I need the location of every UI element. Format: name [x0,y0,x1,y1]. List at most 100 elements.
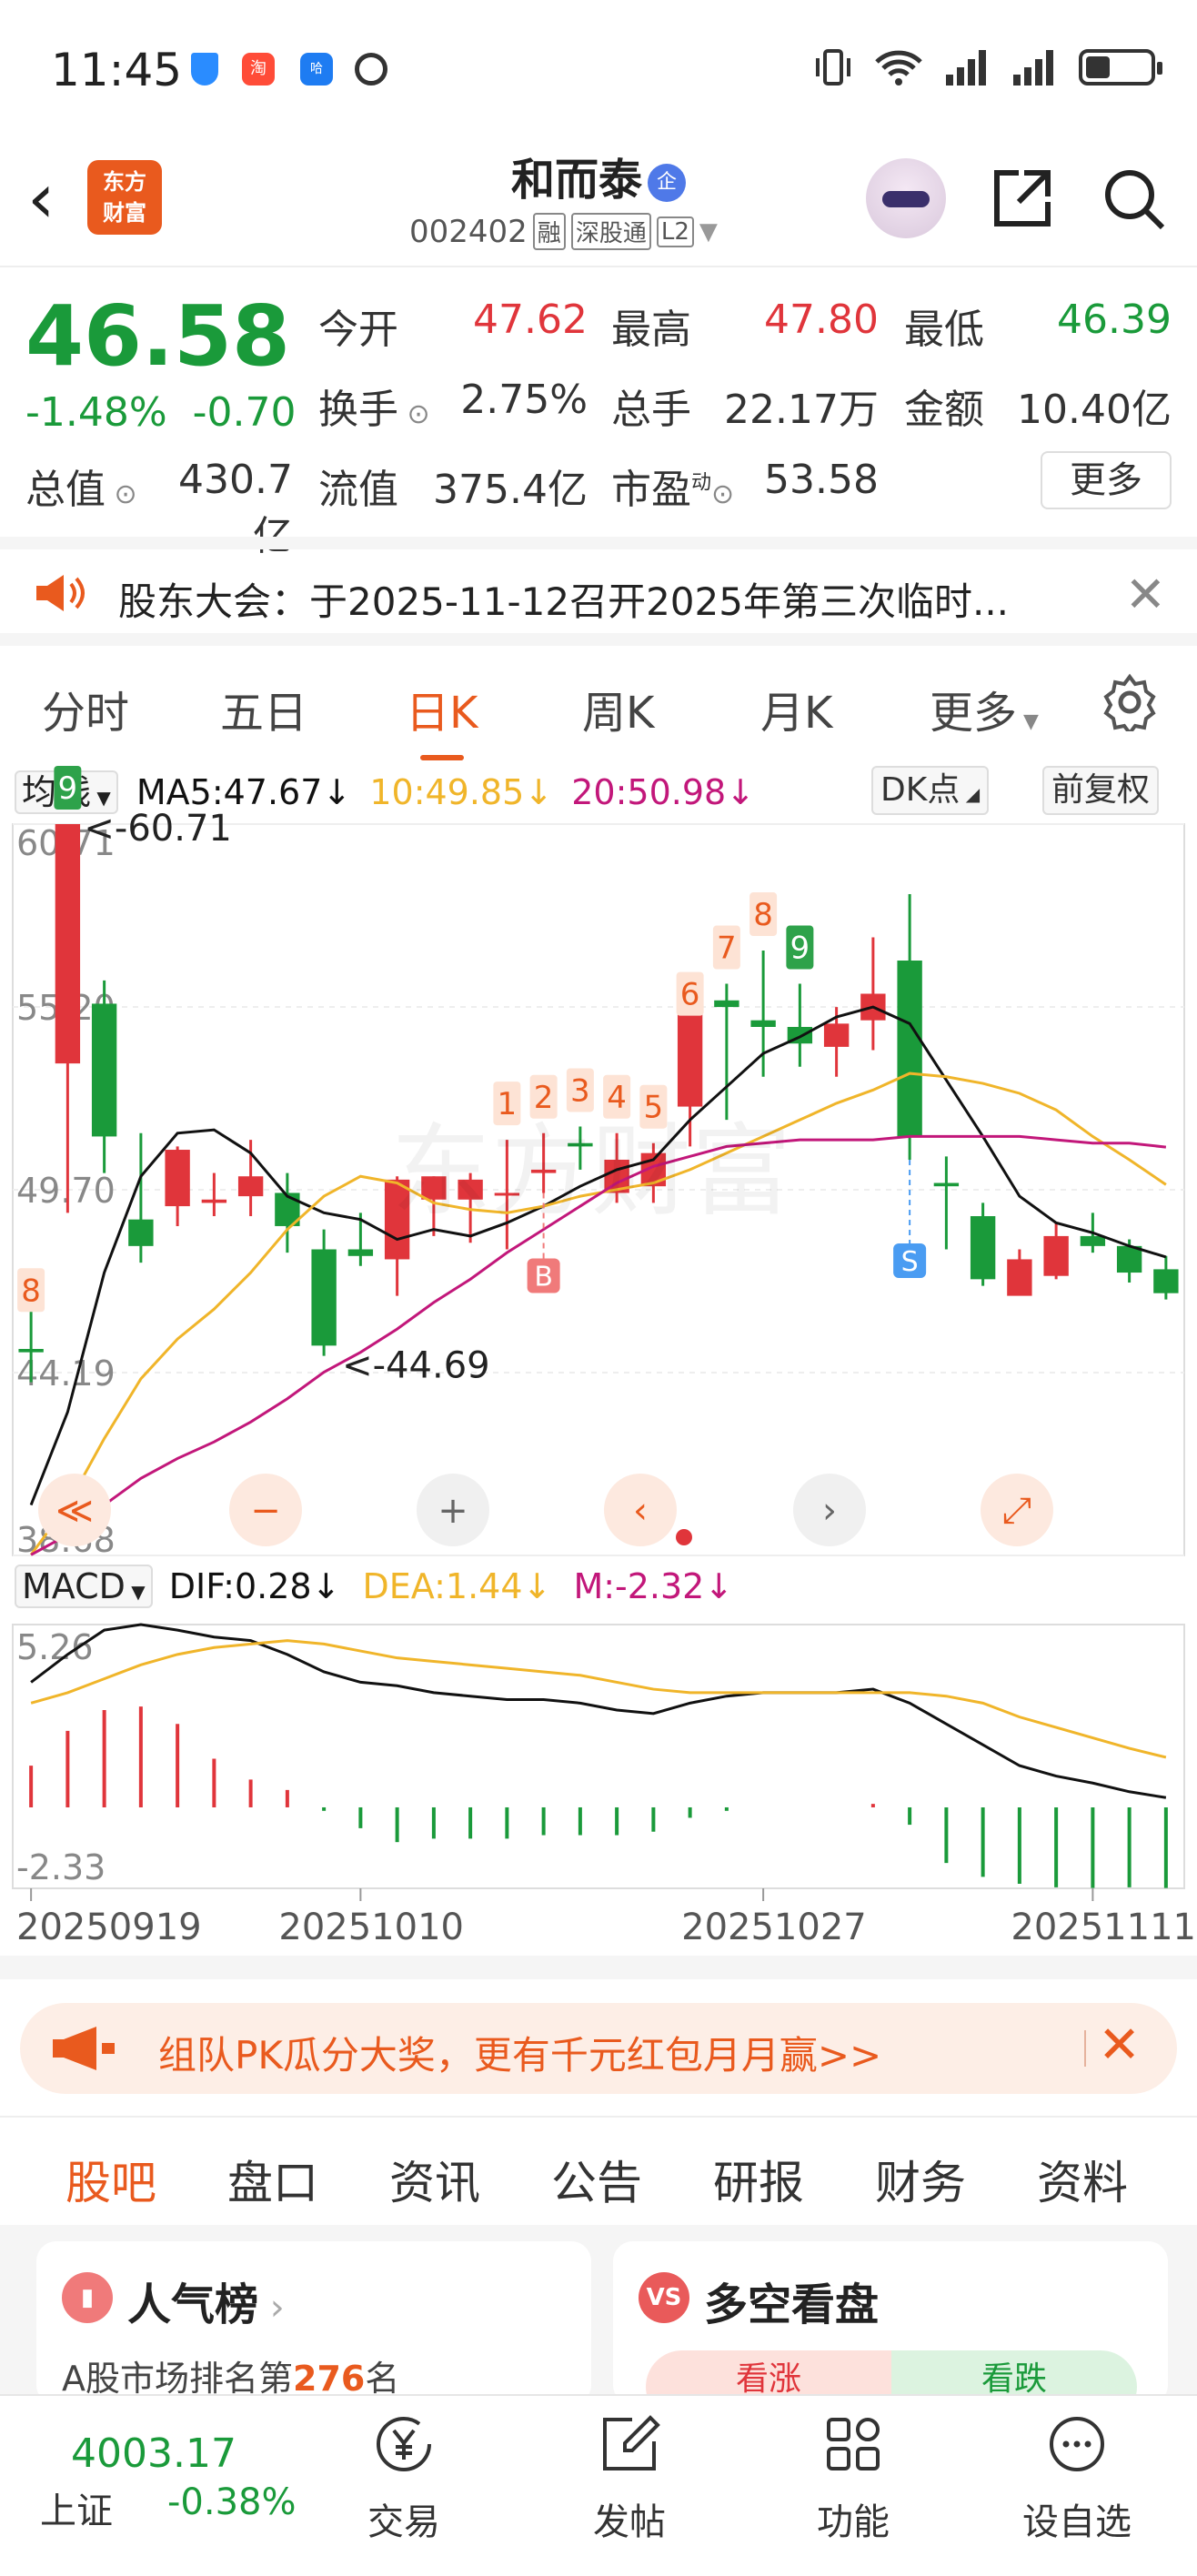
shield-icon [191,53,218,86]
signal-badge: 7 [712,925,740,970]
yen-circle-icon [377,2417,431,2471]
tab-research[interactable]: 研报 [713,2147,804,2212]
bull-bear-title: 多空看盘 [704,2279,880,2330]
low-label: 最低 [904,307,984,353]
signal-badge-label: 6 [680,977,700,1013]
candle-body [347,1249,374,1256]
status-bar: 11:45 淘 哈 [0,0,1197,136]
candle-body [18,1348,44,1353]
candle-body [311,1249,337,1346]
zoom-out-button[interactable]: − [229,1474,302,1546]
close-icon[interactable]: ✕ [1098,2016,1141,2075]
signal-icon-2 [1013,50,1053,86]
dif-value: DIF:0.28↓ [168,1566,341,1606]
nav-post[interactable]: 发帖 [557,2412,702,2545]
tab-more[interactable]: 更多 ▼ [930,677,1039,740]
search-icon[interactable] [1099,164,1168,233]
open-label: 今开 [318,307,398,353]
share-icon[interactable] [988,164,1057,233]
tab-announcements[interactable]: 公告 [551,2147,642,2212]
nav-trade[interactable]: 交易 [331,2412,477,2545]
nav-functions[interactable]: 功能 [780,2412,926,2545]
tab-daily-k[interactable]: 日K [406,677,478,760]
nav-trade-label: 交易 [367,2501,440,2543]
low-annotation: <-44.69 [342,1345,489,1387]
announcement-bar[interactable]: 股东大会：于2025-11-12召开2025年第三次临时... ✕ [0,537,1197,646]
prev-button[interactable]: ‹ [604,1474,677,1546]
tab-news[interactable]: 资讯 [389,2147,480,2212]
popularity-title: 人气榜 › [127,2279,285,2330]
tab-five-day[interactable]: 五日 [220,677,307,740]
turnover-value: 2.75% [460,377,588,423]
tab-forum[interactable]: 股吧 [65,2147,156,2232]
open-value: 47.62 [473,297,588,343]
fast-back-button[interactable]: ≪ [38,1474,111,1546]
settings-gear-icon[interactable] [1101,673,1159,731]
kline-chart[interactable]: 60.7155.2049.7044.1938.68<-60.71<-44.698… [0,760,1197,1979]
period-tabs: 分时 五日 日K 周K 月K 更多 ▼ [0,657,1197,760]
tag-l2: L2 [656,216,694,247]
zoom-out-glyph: − [250,1490,281,1532]
tag-connect: 深股通 [570,213,651,250]
tab-profile[interactable]: 资料 [1037,2147,1128,2212]
index-change: -0.38% [167,2481,297,2523]
signal-badge: 2 [529,1074,558,1119]
macd-selector[interactable]: MACD ▼ [15,1565,153,1608]
tab-order-book[interactable]: 盘口 [227,2147,318,2212]
candle-body [91,1003,117,1137]
macd-y-tick-top: 5.26 [16,1627,94,1667]
candle-body [823,1023,850,1047]
divider [1084,2030,1086,2067]
popularity-card[interactable]: ▮ 人气榜 › A股市场排名第276名 [36,2241,591,2405]
candle-body [933,1182,960,1187]
announcement-text: 股东大会：于2025-11-12召开2025年第三次临时... [118,579,1010,624]
x-tick-label: 20251027 [681,1907,867,1948]
index-name: 上证 [40,2490,113,2532]
more-quote-button[interactable]: 更多 [1041,451,1172,509]
signal-badge-label: 2 [534,1080,554,1116]
candle-body [1043,1235,1069,1276]
volume-value: 22.17万 [724,387,879,433]
taobao-icon: 淘 [242,53,275,86]
fullscreen-button[interactable]: ⤢ [981,1474,1053,1546]
macd-y-tick-bottom: -2.33 [16,1847,106,1887]
signal-badge-label: 3 [570,1072,590,1109]
promo-banner[interactable]: 组队PK瓜分大奖，更有千元红包月月赢>> ✕ [20,2003,1177,2094]
index-value: 4003.17 [71,2430,236,2477]
change-value: -0.70 [192,389,297,436]
signal-badge-label: 9 [790,931,810,967]
speaker-icon [36,575,85,611]
edit-icon [603,2415,660,2470]
low-value: 46.39 [1057,297,1172,343]
hello-app-icon: 哈 [300,53,333,86]
ai-assistant-icon[interactable] [866,158,946,238]
macd-plot-frame [12,1624,1185,1889]
page-indicator-dot [676,1529,692,1545]
quote-panel: 46.58 -1.48% -0.70 今开 47.62 最高 47.80 最低 … [0,269,1197,559]
float-label: 流值 [318,467,398,513]
stock-code-row[interactable]: 002402 融 深股通 L2 ▼ [409,213,718,250]
close-icon[interactable]: ✕ [1125,566,1166,623]
signal-badge-label: 8 [21,1273,41,1309]
zoom-in-glyph: + [438,1490,468,1532]
zoom-in-button[interactable]: + [417,1474,489,1546]
bull-bear-card[interactable]: VS 多空看盘 看涨 看跌 [613,2241,1168,2405]
promo-text: 组队PK瓜分大奖，更有千元红包月月赢>> [158,2033,882,2078]
candle-body [237,1176,264,1197]
bottom-nav: 4003.17 上证 -0.38% 交易 发帖 功能 设自选 [0,2394,1197,2576]
volume-label: 总手 [611,387,691,433]
tab-financials[interactable]: 财务 [875,2147,966,2212]
tab-weekly-k[interactable]: 周K [582,677,654,740]
next-button[interactable]: › [793,1474,866,1546]
pe-label: 市盈动⊙ [611,467,735,513]
tab-monthly-k[interactable]: 月K [760,677,832,740]
chart-bottom-divider [0,1956,1197,1979]
tab-intraday[interactable]: 分时 [42,677,129,740]
megaphone-icon [53,2027,115,2070]
signal-badge-label: 8 [753,897,773,933]
x-tick-label: 20251010 [278,1907,464,1948]
nav-add-watchlist[interactable]: 设自选 [1004,2412,1150,2545]
candle-body [714,1000,739,1008]
candle-body [1080,1235,1106,1246]
pe-value: 53.58 [764,457,879,503]
